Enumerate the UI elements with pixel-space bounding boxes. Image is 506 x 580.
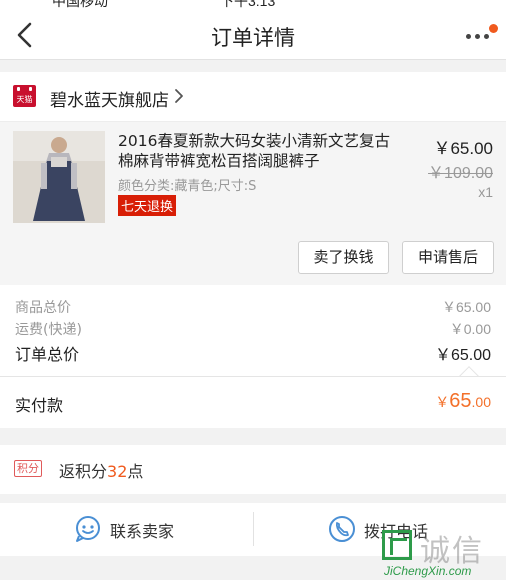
paid-amount: ￥65.00: [435, 390, 491, 413]
paid-amount-row: 实付款 ￥65.00: [0, 376, 506, 428]
shop-row[interactable]: 天猫 碧水蓝天旗舰店: [0, 72, 506, 122]
paid-currency: ￥: [435, 394, 450, 410]
product-price: ￥65.00: [433, 139, 493, 158]
page-title: 订单详情: [211, 26, 295, 50]
paid-amount-integer: 65: [449, 390, 472, 412]
contact-seller-button[interactable]: 联系卖家: [72, 503, 222, 556]
clock-text: 下午3:13: [220, 0, 276, 9]
points-suffix: 点: [127, 462, 144, 481]
chat-bubble-icon: [76, 516, 100, 542]
watermark-domain: JiChengXin.com: [384, 564, 472, 578]
return-policy-badge: 七天退换: [118, 195, 177, 216]
order-total-value: ￥65.00: [434, 347, 491, 364]
goods-total-label: 商品总价: [15, 300, 71, 316]
more-dots-icon: [466, 34, 471, 39]
nav-bar: 订单详情: [0, 10, 506, 60]
notification-dot: [489, 24, 498, 33]
phone-icon: [329, 516, 355, 542]
product-quantity: x1: [478, 184, 493, 200]
goods-total-value: ￥65.00: [441, 299, 491, 315]
points-badge: 积分: [14, 460, 42, 477]
order-total-label: 订单总价: [15, 345, 80, 364]
shipping-value: ￥0.00: [449, 321, 491, 337]
product-title[interactable]: 2016春夏新款大码女装小清新文艺复古棉麻背带裤宽松百搭阔腿裤子: [118, 131, 404, 171]
points-value: 32: [107, 462, 128, 481]
points-prefix: 返积分: [59, 462, 108, 481]
paid-label: 实付款: [15, 396, 64, 415]
carrier-text: 中国移动: [52, 0, 108, 9]
points-row: 积分 返积分32点: [0, 445, 506, 494]
status-bar: 中国移动 下午3:13: [0, 0, 506, 10]
product-thumbnail[interactable]: [13, 131, 105, 223]
more-dot: [475, 34, 480, 39]
original-price: ￥109.00: [428, 165, 493, 182]
paid-amount-decimal: .00: [471, 394, 491, 410]
contact-divider: [253, 512, 254, 546]
shop-name: 碧水蓝天旗舰店: [50, 91, 169, 111]
product-image: [13, 131, 105, 223]
points-text: 返积分32点: [59, 458, 143, 482]
product-spec: 颜色分类:藏青色;尺寸:S: [118, 179, 257, 194]
price-summary: 商品总价 ￥65.00 运费(快递) ￥0.00 订单总价 ￥65.00: [0, 285, 506, 386]
more-button[interactable]: [466, 24, 498, 46]
watermark-logo-icon: [382, 530, 412, 560]
more-dot: [484, 34, 489, 39]
watermark: 诚信 JiChengXin.com: [382, 526, 502, 580]
product-card[interactable]: 2016春夏新款大码女装小清新文艺复古棉麻背带裤宽松百搭阔腿裤子 颜色分类:藏青…: [0, 122, 506, 285]
resell-button[interactable]: 卖了换钱: [298, 241, 389, 274]
tmall-icon: 天猫: [13, 85, 36, 107]
shipping-label: 运费(快递): [15, 322, 82, 338]
chevron-right-icon: [175, 89, 183, 103]
after-sale-button[interactable]: 申请售后: [402, 241, 494, 274]
contact-seller-label: 联系卖家: [110, 522, 175, 541]
